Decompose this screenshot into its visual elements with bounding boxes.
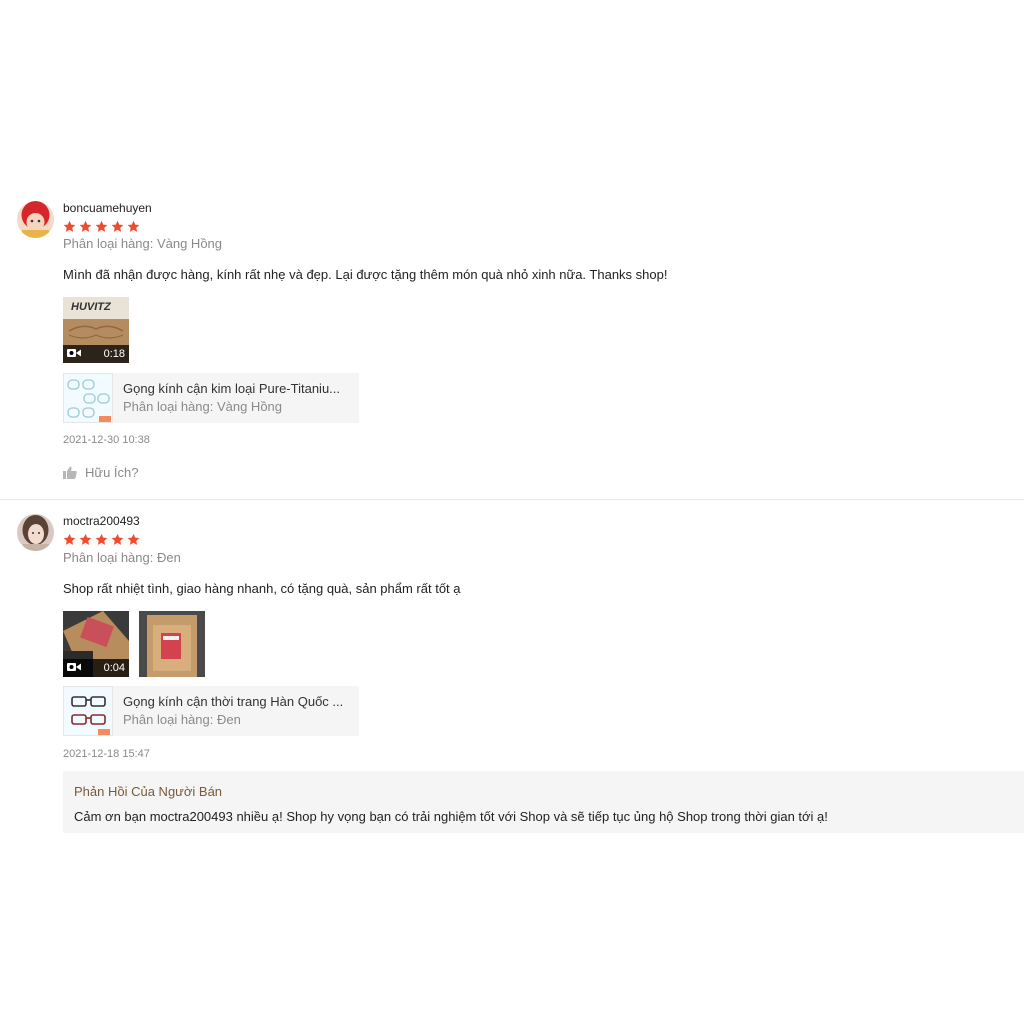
review-comment: Mình đã nhận được hàng, kính rất nhẹ và … (63, 267, 668, 282)
product-variant: Phân loại hàng: Đen (123, 712, 241, 727)
thumbs-up-icon (63, 466, 77, 479)
helpful-button[interactable]: Hữu Ích? (63, 465, 139, 480)
review-date: 2021-12-30 10:38 (63, 434, 150, 446)
star-icon (79, 533, 92, 545)
video-duration: 0:18 (103, 348, 125, 360)
review-variant: Phân loại hàng: Đen (63, 550, 181, 565)
video-camera-icon (67, 662, 81, 675)
star-icon (127, 220, 140, 232)
seller-reply: Phản Hồi Của Người Bán Cảm ơn bạn moctra… (63, 771, 1024, 833)
star-icon (111, 533, 124, 545)
product-name: Gọng kính cận kim loại Pure-Titaniu... (123, 381, 341, 396)
star-icon (127, 533, 140, 545)
star-icon (63, 533, 76, 545)
video-camera-icon (67, 348, 81, 361)
review-divider (0, 499, 1024, 500)
video-duration: 0:04 (103, 662, 125, 674)
reviewed-product[interactable]: Gọng kính cận thời trang Hàn Quốc ... Ph… (63, 686, 359, 736)
review-video-thumbnail[interactable]: 0:04 (63, 611, 129, 677)
reviewer-username[interactable]: moctra200493 (63, 514, 140, 528)
video-duration-badge: 0:04 (63, 659, 129, 677)
product-variant: Phân loại hàng: Vàng Hồng (123, 399, 283, 414)
product-thumbnail (63, 373, 113, 423)
review-variant: Phân loại hàng: Vàng Hồng (63, 236, 223, 251)
star-icon (63, 220, 76, 232)
review-photo-thumbnail[interactable] (139, 611, 205, 677)
review-comment: Shop rất nhiệt tình, giao hàng nhanh, có… (63, 581, 461, 596)
avatar[interactable] (17, 514, 54, 551)
star-rating (63, 220, 140, 234)
product-name: Gọng kính cận thời trang Hàn Quốc ... (123, 694, 344, 709)
star-icon (95, 533, 108, 545)
reviewer-username[interactable]: boncuamehuyen (63, 201, 152, 215)
reviewed-product[interactable]: Gọng kính cận kim loại Pure-Titaniu... P… (63, 373, 359, 423)
star-icon (79, 220, 92, 232)
seller-reply-text: Cảm ơn bạn moctra200493 nhiều ạ! Shop hy… (74, 809, 828, 824)
star-rating (63, 533, 140, 547)
review-date: 2021-12-18 15:47 (63, 748, 150, 760)
helpful-label: Hữu Ích? (85, 465, 139, 480)
review-video-thumbnail[interactable]: HUVITZ 0:18 (63, 297, 129, 363)
product-thumbnail (63, 686, 113, 736)
seller-reply-title: Phản Hồi Của Người Bán (74, 784, 223, 799)
video-brand-text: HUVITZ (71, 301, 111, 313)
video-duration-badge: 0:18 (63, 345, 129, 363)
star-icon (95, 220, 108, 232)
star-icon (111, 220, 124, 232)
avatar[interactable] (17, 201, 54, 238)
